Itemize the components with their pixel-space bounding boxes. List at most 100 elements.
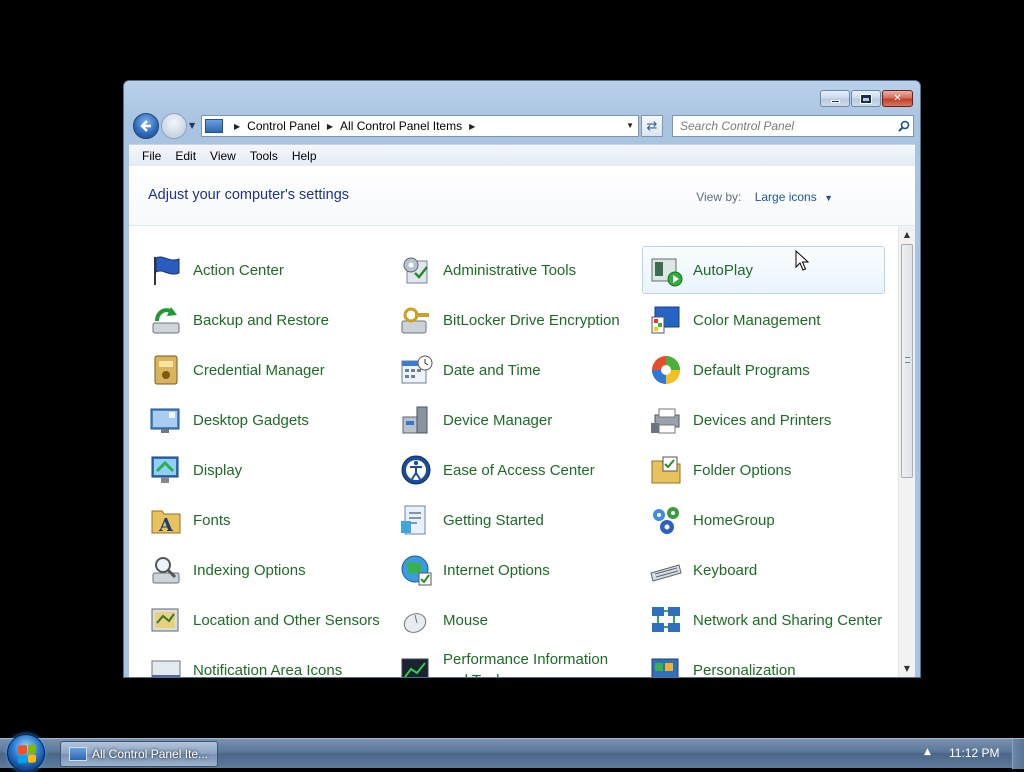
control-panel-item-homegroup[interactable]: HomeGroup [642, 496, 885, 544]
navigation-bar: ▼ ▶ Control Panel ▶ All Control Panel It… [131, 112, 913, 140]
item-label: Default Programs [693, 360, 810, 381]
control-panel-item-autoplay[interactable]: AutoPlay [642, 246, 885, 294]
color-management-icon [649, 303, 683, 337]
gadgets-icon [149, 403, 183, 437]
scroll-thumb[interactable] [901, 244, 913, 478]
address-bar[interactable]: ▶ Control Panel ▶ All Control Panel Item… [201, 115, 639, 137]
content-pane: Adjust your computer's settings View by:… [129, 166, 915, 677]
breadcrumb-all-items[interactable]: All Control Panel Items [340, 119, 462, 133]
menu-file[interactable]: File [135, 147, 168, 165]
item-label: BitLocker Drive Encryption [443, 310, 620, 331]
default-programs-icon [649, 353, 683, 387]
minimize-button[interactable] [820, 90, 850, 107]
menu-edit[interactable]: Edit [168, 147, 203, 165]
control-panel-item-backup-and-restore[interactable]: Backup and Restore [142, 296, 385, 344]
search-box[interactable] [672, 115, 914, 137]
address-dropdown-icon[interactable]: ▼ [626, 121, 634, 130]
item-label: Device Manager [443, 410, 552, 431]
personalization-icon [649, 653, 683, 677]
breadcrumb-chevron-icon[interactable]: ▶ [327, 122, 333, 131]
control-panel-item-date-and-time[interactable]: Date and Time [392, 346, 635, 394]
control-panel-item-mouse[interactable]: Mouse [392, 596, 635, 644]
search-icon[interactable] [895, 120, 913, 132]
notification-icon [149, 653, 183, 677]
item-label: Folder Options [693, 460, 791, 481]
control-panel-item-fonts[interactable]: A Fonts [142, 496, 385, 544]
item-label: AutoPlay [693, 260, 753, 281]
item-label: Display [193, 460, 242, 481]
device-manager-icon [399, 403, 433, 437]
performance-icon [399, 653, 433, 677]
backup-icon [149, 303, 183, 337]
control-panel-item-performance-information-and-tools[interactable]: Performance Information and Tools [392, 646, 635, 677]
show-hidden-icons-icon[interactable]: ▲ [924, 747, 931, 757]
internet-options-icon [399, 553, 433, 587]
control-panel-item-bitlocker-drive-encryption[interactable]: BitLocker Drive Encryption [392, 296, 635, 344]
item-label: Personalization [693, 660, 796, 678]
item-label: Notification Area Icons [193, 660, 342, 678]
start-button[interactable] [7, 734, 45, 772]
scroll-down-icon[interactable]: ▼ [899, 660, 915, 677]
menu-help[interactable]: Help [285, 147, 324, 165]
control-panel-item-device-manager[interactable]: Device Manager [392, 396, 635, 444]
back-button[interactable] [133, 113, 159, 139]
breadcrumb-chevron-icon[interactable]: ▶ [234, 122, 240, 131]
item-label: Action Center [193, 260, 284, 281]
item-label: Getting Started [443, 510, 544, 531]
control-panel-item-folder-options[interactable]: Folder Options [642, 446, 885, 494]
control-panel-item-internet-options[interactable]: Internet Options [392, 546, 635, 594]
view-by-dropdown[interactable]: Large icons [755, 190, 817, 204]
item-label: Date and Time [443, 360, 541, 381]
network-icon [649, 603, 683, 637]
clock[interactable]: 11:12 PM [949, 746, 999, 760]
flag-icon [149, 253, 183, 287]
show-desktop-button[interactable] [1012, 739, 1024, 769]
close-button[interactable]: ✕ [882, 90, 913, 107]
control-panel-item-ease-of-access-center[interactable]: Ease of Access Center [392, 446, 635, 494]
homegroup-icon [649, 503, 683, 537]
refresh-button[interactable]: ⇄ [641, 115, 663, 137]
grip-icon [905, 357, 910, 363]
taskbar: All Control Panel Ite... ▲ 11:12 PM [0, 738, 1024, 768]
control-panel-item-color-management[interactable]: Color Management [642, 296, 885, 344]
control-panel-item-action-center[interactable]: Action Center [142, 246, 385, 294]
forward-button[interactable] [161, 113, 187, 139]
control-panel-item-network-and-sharing-center[interactable]: Network and Sharing Center [642, 596, 885, 644]
control-panel-item-desktop-gadgets[interactable]: Desktop Gadgets [142, 396, 385, 444]
autoplay-icon [649, 253, 683, 287]
item-label: HomeGroup [693, 510, 775, 531]
control-panel-item-location-and-other-sensors[interactable]: Location and Other Sensors [142, 596, 385, 644]
taskbar-button-label: All Control Panel Ite... [92, 747, 208, 761]
svg-text:A: A [158, 515, 174, 536]
control-panel-item-display[interactable]: Display [142, 446, 385, 494]
control-panel-item-keyboard[interactable]: Keyboard [642, 546, 885, 594]
vertical-scrollbar[interactable]: ▲ ▼ [898, 226, 915, 677]
item-label: Mouse [443, 610, 488, 631]
control-panel-item-notification-area-icons[interactable]: Notification Area Icons [142, 646, 385, 677]
item-label: Performance Information and Tools [443, 649, 634, 677]
item-label: Fonts [193, 510, 231, 531]
menu-view[interactable]: View [203, 147, 243, 165]
scroll-up-icon[interactable]: ▲ [899, 226, 915, 243]
maximize-button[interactable] [851, 90, 881, 107]
control-panel-item-devices-and-printers[interactable]: Devices and Printers [642, 396, 885, 444]
menu-tools[interactable]: Tools [243, 147, 285, 165]
control-panel-icon [69, 747, 87, 761]
breadcrumb-control-panel[interactable]: Control Panel [247, 119, 320, 133]
control-panel-item-credential-manager[interactable]: Credential Manager [142, 346, 385, 394]
item-label: Color Management [693, 310, 821, 331]
control-panel-item-personalization[interactable]: Personalization [642, 646, 885, 677]
taskbar-button-control-panel[interactable]: All Control Panel Ite... [60, 741, 218, 767]
control-panel-item-administrative-tools[interactable]: Administrative Tools [392, 246, 635, 294]
view-by-chevron-down-icon[interactable]: ▼ [824, 193, 833, 203]
control-panel-item-indexing-options[interactable]: Indexing Options [142, 546, 385, 594]
recent-pages-dropdown-icon[interactable]: ▼ [189, 121, 195, 130]
control-panel-item-default-programs[interactable]: Default Programs [642, 346, 885, 394]
control-panel-item-getting-started[interactable]: Getting Started [392, 496, 635, 544]
content-header: Adjust your computer's settings View by:… [129, 166, 915, 226]
windows-logo-icon [18, 744, 36, 763]
search-input[interactable] [673, 116, 895, 136]
item-label: Network and Sharing Center [693, 610, 882, 631]
item-label: Keyboard [693, 560, 757, 581]
breadcrumb-chevron-icon[interactable]: ▶ [469, 122, 475, 131]
